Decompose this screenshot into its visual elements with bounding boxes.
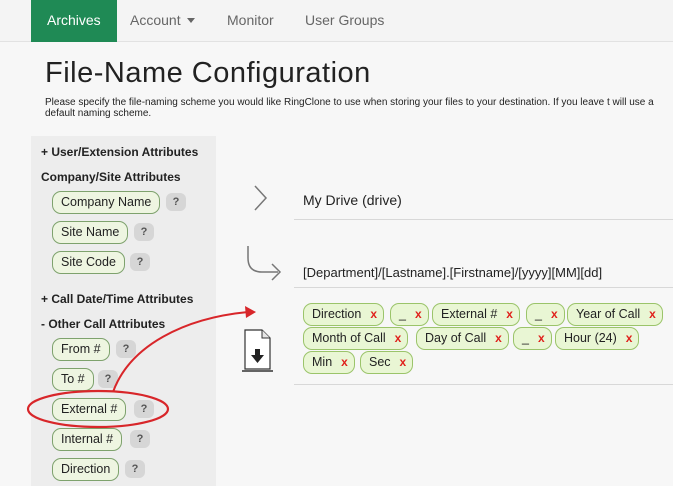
overlay xyxy=(26,185,282,429)
file-download-icon xyxy=(242,329,273,372)
chevron-right-icon xyxy=(254,185,268,211)
return-arrow-icon xyxy=(247,246,282,281)
highlight-annotation xyxy=(26,306,256,429)
